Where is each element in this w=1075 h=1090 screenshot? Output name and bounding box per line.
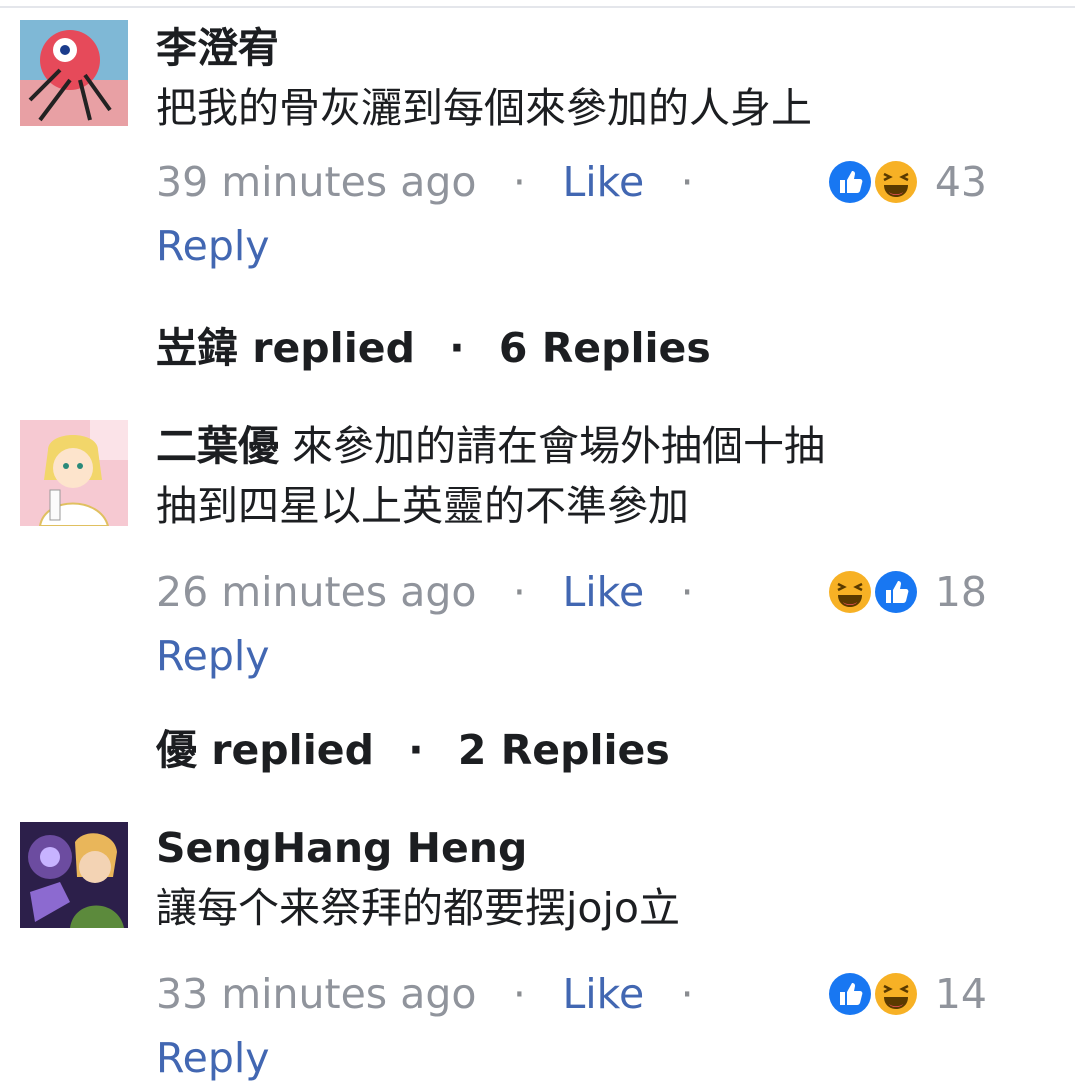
like-reaction-icon: [825, 157, 875, 207]
comment-author[interactable]: 二葉優: [156, 422, 279, 470]
like-reaction-icon: [825, 969, 875, 1019]
separator-dot: ·: [680, 970, 694, 1018]
separator-dot: ·: [680, 568, 694, 616]
like-reaction-icon: [871, 567, 921, 617]
haha-reaction-icon: [871, 969, 921, 1019]
haha-reaction-icon: [871, 157, 921, 207]
reply-link[interactable]: Reply: [156, 632, 270, 680]
comment-timestamp[interactable]: 26 minutes ago: [156, 568, 476, 616]
reply-link[interactable]: Reply: [156, 1034, 270, 1082]
haha-reaction-icon: [825, 567, 875, 617]
comment-author[interactable]: 李澄宥: [156, 24, 279, 72]
replies-count: 2 Replies: [457, 726, 670, 774]
separator-dot: ·: [512, 568, 526, 616]
comment-meta: 26 minutes ago · Like · 18: [156, 560, 1045, 624]
avatar-image: [20, 822, 128, 928]
avatar[interactable]: [20, 822, 128, 928]
reactions-summary[interactable]: 43: [825, 150, 987, 214]
comment-meta: 33 minutes ago · Like · 14: [156, 962, 1045, 1026]
separator-dot: ·: [408, 726, 424, 774]
separator-dot: ·: [680, 158, 694, 206]
reaction-count: 14: [934, 970, 987, 1018]
reply-link[interactable]: Reply: [156, 222, 270, 270]
avatar-image: [20, 20, 128, 126]
separator-dot: ·: [512, 158, 526, 206]
comment-text: 讓每个来祭拜的都要摆jojo立: [156, 884, 680, 932]
replies-who: 岦鍏 replied: [156, 324, 415, 372]
comment-text: 抽到四星以上英靈的不準參加: [156, 482, 689, 530]
reaction-count: 43: [934, 158, 987, 206]
replies-count: 6 Replies: [498, 324, 711, 372]
separator-dot: ·: [512, 970, 526, 1018]
reactions-summary[interactable]: 14: [825, 962, 987, 1026]
comment-text: 把我的骨灰灑到每個來參加的人身上: [156, 84, 812, 132]
replies-who: 優 replied: [156, 726, 374, 774]
like-link[interactable]: Like: [562, 158, 644, 206]
like-link[interactable]: Like: [562, 970, 644, 1018]
comment-meta: 39 minutes ago · Like · 43: [156, 150, 1045, 214]
avatar[interactable]: [20, 20, 128, 126]
reactions-summary[interactable]: 18: [825, 560, 987, 624]
separator-dot: ·: [449, 324, 465, 372]
view-replies-link[interactable]: 岦鍏 replied · 6 Replies: [156, 318, 711, 378]
avatar-image: [20, 420, 128, 526]
top-divider: [0, 6, 1075, 8]
view-replies-link[interactable]: 優 replied · 2 Replies: [156, 720, 670, 780]
comment-timestamp[interactable]: 39 minutes ago: [156, 158, 476, 206]
avatar[interactable]: [20, 420, 128, 526]
like-link[interactable]: Like: [562, 568, 644, 616]
comment-text: 來參加的請在會場外抽個十抽: [292, 422, 826, 470]
comment-author[interactable]: SengHang Heng: [156, 824, 527, 872]
comment-timestamp[interactable]: 33 minutes ago: [156, 970, 476, 1018]
reaction-count: 18: [934, 568, 987, 616]
